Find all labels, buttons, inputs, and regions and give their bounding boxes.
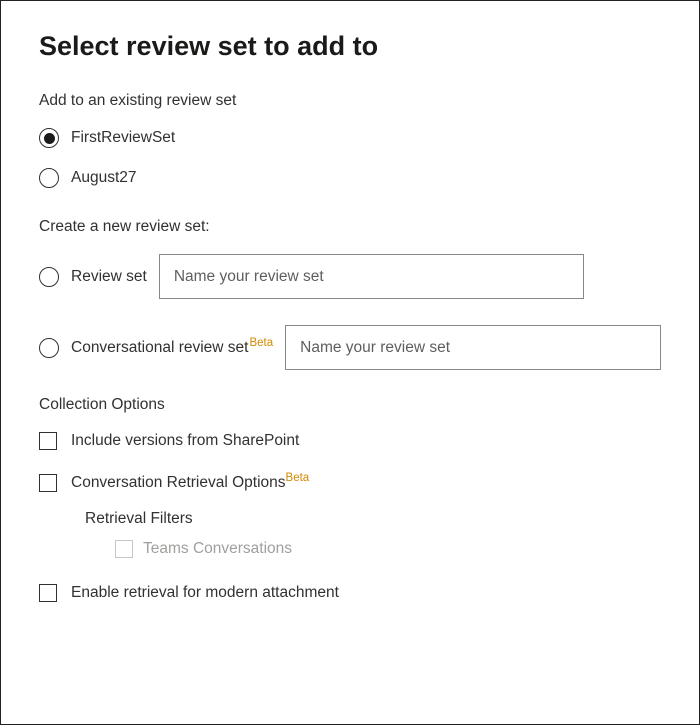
checkbox-conversation-retrieval[interactable]: Conversation Retrieval Options Beta <box>39 474 661 492</box>
radio-option-august27[interactable]: August27 <box>39 168 661 188</box>
existing-section-label: Add to an existing review set <box>39 92 661 110</box>
radio-icon <box>39 128 59 148</box>
beta-badge: Beta <box>249 337 273 349</box>
beta-badge: Beta <box>286 472 310 484</box>
retrieval-filters-heading: Retrieval Filters <box>85 510 661 528</box>
conversational-review-set-name-input[interactable] <box>285 325 661 370</box>
checkbox-modern-attachment[interactable]: Enable retrieval for modern attachment <box>39 584 661 602</box>
review-set-name-input[interactable] <box>159 254 584 299</box>
collection-options-label: Collection Options <box>39 396 661 414</box>
checkbox-label: Enable retrieval for modern attachment <box>71 584 339 602</box>
checkbox-label: Teams Conversations <box>143 540 292 558</box>
radio-icon <box>39 338 59 358</box>
checkbox-icon <box>39 584 57 602</box>
radio-label: FirstReviewSet <box>71 129 175 147</box>
radio-label: Review set <box>71 268 147 286</box>
checkbox-icon <box>115 540 133 558</box>
retrieval-filters-section: Retrieval Filters Teams Conversations <box>85 510 661 558</box>
checkbox-icon <box>39 474 57 492</box>
radio-option-first-review-set[interactable]: FirstReviewSet <box>39 128 661 148</box>
page-title: Select review set to add to <box>39 31 661 62</box>
radio-icon <box>39 267 59 287</box>
radio-option-conversational-review-set[interactable]: Conversational review set Beta <box>39 325 661 370</box>
radio-label: Conversational review set <box>71 339 248 357</box>
radio-icon <box>39 168 59 188</box>
checkbox-include-versions[interactable]: Include versions from SharePoint <box>39 432 661 450</box>
checkbox-icon <box>39 432 57 450</box>
radio-label: August27 <box>71 169 137 187</box>
checkbox-label: Include versions from SharePoint <box>71 432 299 450</box>
checkbox-label: Conversation Retrieval Options Beta <box>71 474 309 492</box>
radio-option-review-set[interactable]: Review set <box>39 254 661 299</box>
create-section-label: Create a new review set: <box>39 218 661 236</box>
checkbox-teams-conversations: Teams Conversations <box>115 540 661 558</box>
